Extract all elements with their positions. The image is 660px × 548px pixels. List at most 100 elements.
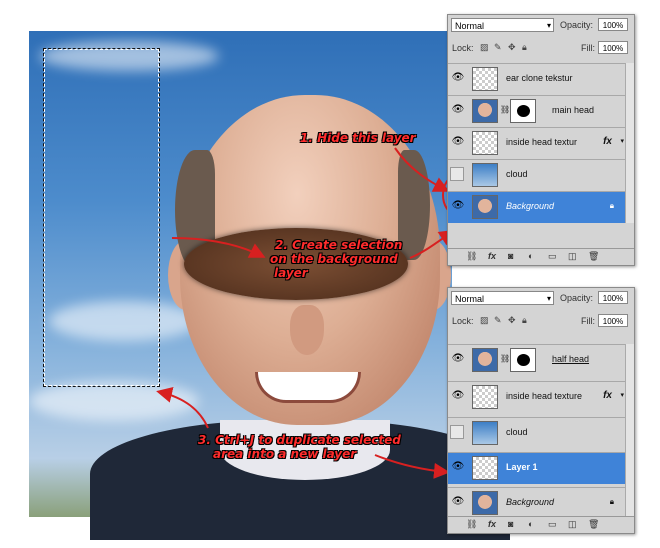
add-mask-icon[interactable]: ◙: [508, 251, 513, 261]
eye-icon[interactable]: 👁︎: [451, 135, 465, 149]
link-layers-icon[interactable]: ⛓︎: [466, 519, 477, 530]
layer-row[interactable]: 👁︎ ⛓︎ half head: [448, 344, 626, 376]
layer-name: half head: [552, 354, 590, 364]
fx-icon[interactable]: fx: [603, 136, 612, 147]
blend-mode-select[interactable]: Normal ▾: [451, 291, 554, 305]
layer-mask-thumbnail: [510, 99, 536, 123]
opacity-label: Opacity:: [560, 293, 594, 303]
layer-row[interactable]: 👁︎ Background 🔒︎: [448, 487, 626, 519]
lock-all-icon[interactable]: 🔒︎: [522, 42, 527, 53]
layer-row[interactable]: 👁︎ ⛓︎ main head: [448, 95, 626, 127]
lock-brush-icon[interactable]: ✎: [494, 42, 502, 53]
lock-label: Lock:: [452, 43, 474, 53]
layers-panel-top: Normal ▾ Opacity: 100% Lock: ▨ ✎ ✥ 🔒︎ Fi…: [447, 14, 635, 266]
opacity-label: Opacity:: [560, 20, 594, 30]
layer-thumbnail: [472, 456, 498, 480]
add-mask-icon[interactable]: ◙: [508, 519, 513, 529]
arrow-step2-left: [171, 237, 266, 258]
layer-name: cloud: [506, 169, 528, 179]
blend-mode-value: Normal: [455, 21, 485, 31]
lock-label: Lock:: [452, 316, 474, 326]
fx-icon[interactable]: fx: [603, 390, 612, 401]
layer-mask-thumbnail: [510, 348, 536, 372]
eye-toggle-hidden[interactable]: [450, 425, 464, 439]
layer-row-selected[interactable]: 👁︎ Layer 1: [448, 452, 626, 484]
lock-all-icon[interactable]: 🔒︎: [522, 315, 527, 326]
eye-icon[interactable]: 👁︎: [451, 389, 465, 403]
adjustment-layer-icon[interactable]: ◐: [528, 251, 533, 261]
scrollbar[interactable]: [625, 344, 634, 518]
layer-thumbnail: [472, 99, 498, 123]
eye-toggle-hidden[interactable]: [450, 167, 464, 181]
chevron-down-icon: ▾: [546, 294, 551, 303]
fill-label: Fill:: [581, 316, 595, 326]
opacity-field[interactable]: 100%: [598, 291, 628, 304]
layer-thumbnail: [472, 491, 498, 515]
annotation-step2-line1: 2. Create selection: [275, 238, 403, 252]
layer-thumbnail: [472, 348, 498, 372]
link-layers-icon[interactable]: ⛓︎: [466, 251, 477, 262]
adjustment-layer-icon[interactable]: ◐: [528, 519, 533, 529]
layers-panel-bottom: Normal ▾ Opacity: 100% Lock: ▨ ✎ ✥ 🔒︎ Fi…: [447, 287, 635, 534]
trash-icon[interactable]: 🗑︎: [588, 519, 599, 530]
layer-thumbnail: [472, 421, 498, 445]
arrow-step2-right: [409, 229, 456, 259]
fill-field[interactable]: 100%: [598, 41, 628, 54]
opacity-field[interactable]: 100%: [598, 18, 628, 31]
panel-bottom-toolbar: ⛓︎ fx ◙ ◐ ▭ ◫ 🗑︎: [448, 516, 634, 533]
lock-transparent-icon[interactable]: ▨: [480, 315, 489, 326]
chain-link-icon: ⛓︎: [500, 354, 511, 363]
panel-bottom-toolbar: ⛓︎ fx ◙ ◐ ▭ ◫ 🗑︎: [448, 248, 634, 265]
layer-name: inside head textur: [506, 137, 578, 147]
new-group-icon[interactable]: ▭: [548, 251, 557, 262]
layer-name: cloud: [506, 427, 528, 437]
layer-name: Background: [506, 497, 555, 507]
new-group-icon[interactable]: ▭: [548, 519, 557, 530]
blend-mode-value: Normal: [455, 294, 485, 304]
chevron-down-icon: ▾: [546, 21, 551, 30]
layer-row[interactable]: 👁︎ inside head textur fx ▾: [448, 127, 626, 159]
lock-move-icon[interactable]: ✥: [508, 42, 516, 53]
eye-icon[interactable]: 👁︎: [451, 199, 465, 213]
eye-icon[interactable]: 👁︎: [451, 71, 465, 85]
layer-name: Layer 1: [506, 462, 538, 472]
lock-transparent-icon[interactable]: ▨: [480, 42, 489, 53]
layer-name: Background: [506, 201, 555, 211]
new-layer-icon[interactable]: ◫: [568, 251, 577, 262]
fx-icon[interactable]: fx: [488, 519, 496, 529]
annotation-step2-line2: on the background: [270, 252, 398, 266]
layer-row[interactable]: cloud: [448, 417, 626, 449]
layer-row[interactable]: cloud: [448, 159, 626, 191]
blend-mode-select[interactable]: Normal ▾: [451, 18, 554, 32]
eye-icon[interactable]: 👁︎: [451, 460, 465, 474]
layer-row[interactable]: 👁︎ inside head texture fx ▾: [448, 381, 626, 413]
annotation-step3-line2: area into a new layer: [213, 447, 357, 461]
layer-thumbnail: [472, 195, 498, 219]
eye-icon[interactable]: 👁︎: [451, 495, 465, 509]
annotation-step2-line3: layer: [274, 266, 308, 280]
layer-row[interactable]: 👁︎ ear clone tekstur: [448, 63, 626, 95]
lock-move-icon[interactable]: ✥: [508, 315, 516, 326]
lock-icon: 🔒︎: [609, 201, 614, 210]
eye-icon[interactable]: 👁︎: [451, 103, 465, 117]
layer-name: main head: [552, 105, 595, 115]
layer-thumbnail: [472, 131, 498, 155]
expand-effects-icon[interactable]: ▾: [620, 137, 624, 145]
layer-row-selected[interactable]: 👁︎ Background 🔒︎: [448, 191, 626, 223]
scrollbar[interactable]: [625, 63, 634, 223]
arrow-step1: [394, 147, 450, 192]
layer-name: inside head texture: [506, 391, 583, 401]
fx-icon[interactable]: fx: [488, 251, 496, 261]
eye-icon[interactable]: 👁︎: [451, 352, 465, 366]
fill-field[interactable]: 100%: [598, 314, 628, 327]
annotation-step1: 1. Hide this layer: [300, 131, 416, 145]
expand-effects-icon[interactable]: ▾: [620, 391, 624, 399]
new-layer-icon[interactable]: ◫: [568, 519, 577, 530]
lock-icon: 🔒︎: [609, 497, 614, 506]
arrow-step3-left: [156, 387, 209, 429]
trash-icon[interactable]: 🗑︎: [588, 251, 599, 262]
chain-link-icon: ⛓︎: [500, 105, 511, 114]
layer-thumbnail: [472, 163, 498, 187]
lock-brush-icon[interactable]: ✎: [494, 315, 502, 326]
layer-thumbnail: [472, 385, 498, 409]
